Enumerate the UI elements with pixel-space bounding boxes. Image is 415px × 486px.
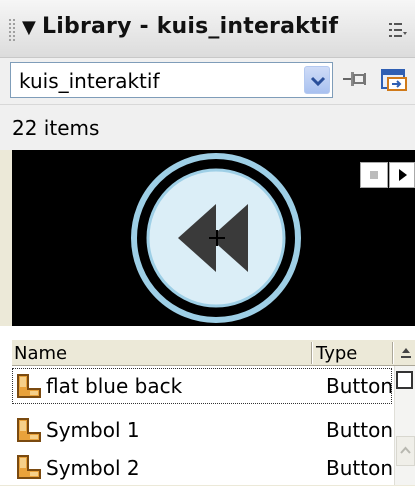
button-symbol-icon [14,415,44,445]
list-item-name: Symbol 1 [46,418,140,442]
new-library-panel-icon [381,69,407,91]
symbol-preview [12,150,415,326]
chevron-up-icon [400,446,411,454]
pin-library-button[interactable] [340,66,370,94]
list-item-name: Symbol 2 [46,456,140,480]
scrollbar-thumb[interactable] [396,368,415,398]
play-button[interactable] [389,162,415,188]
triangle-down-icon[interactable]: ▼ [22,17,36,38]
pin-icon [343,72,366,86]
column-divider[interactable] [311,342,313,364]
item-count: 22 items [12,116,100,140]
stop-icon [370,171,378,179]
panel-title[interactable]: ▼ Library - kuis_interaktif [22,14,338,39]
column-divider[interactable] [392,342,394,364]
panel-options-icon[interactable] [388,21,408,39]
list-item-type: Button [326,418,393,442]
rewind-icon [131,153,301,323]
list-item-type: Button [326,456,393,480]
new-library-panel-button[interactable] [378,66,410,94]
list-item-name: flat blue back [46,374,183,398]
button-symbol-icon [14,452,44,482]
list-item-type: Button [326,374,393,398]
column-header-type[interactable]: Type [316,343,357,364]
button-symbol-icon [14,371,44,401]
stop-button[interactable] [360,162,388,188]
play-icon [399,169,407,181]
scroll-up-button[interactable] [396,436,415,466]
library-dropdown-value: kuis_interaktif [19,69,160,93]
panel-title-text: Library - kuis_interaktif [42,14,339,39]
sort-direction-icon[interactable] [398,344,414,362]
library-dropdown[interactable]: kuis_interaktif [10,62,333,98]
chevron-down-icon[interactable] [304,66,330,94]
column-header-name[interactable]: Name [14,343,67,364]
drag-gripper-icon[interactable] [8,18,16,42]
